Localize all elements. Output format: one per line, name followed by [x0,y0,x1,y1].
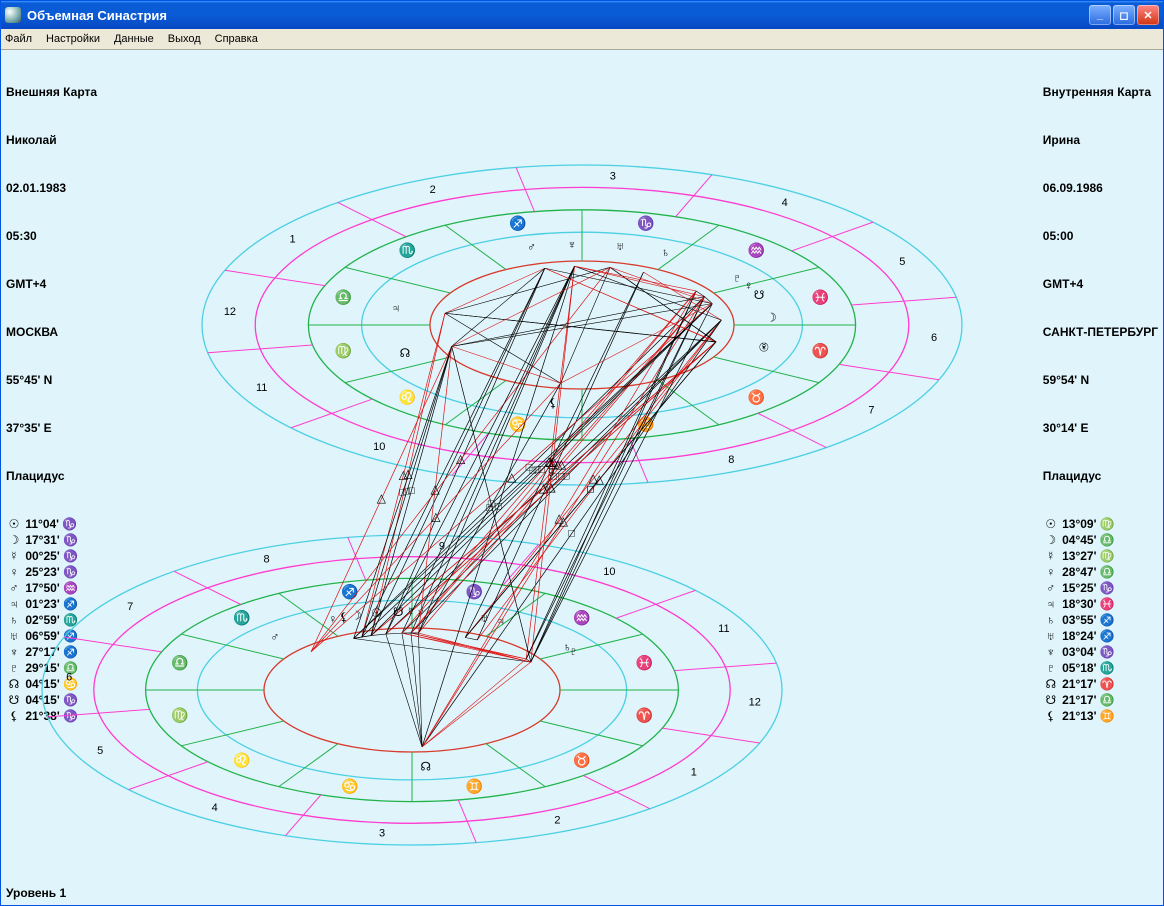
svg-text:☊: ☊ [400,346,411,360]
svg-text:♂: ♂ [270,630,279,644]
svg-text:♆: ♆ [567,237,576,251]
svg-text:☊: ☊ [420,759,431,773]
svg-text:♓: ♓ [812,289,829,306]
svg-text:♇: ♇ [569,644,578,658]
svg-text:12: 12 [749,696,761,708]
svg-text:1: 1 [289,234,295,246]
svg-text:♀: ♀ [744,279,753,293]
svg-text:△: △ [544,454,554,468]
svg-text:2: 2 [430,184,436,196]
svg-text:10: 10 [373,441,385,453]
svg-text:☋: ☋ [754,288,765,302]
svg-text:△: △ [431,510,441,524]
svg-text:7: 7 [127,601,133,613]
synastry-chart: 123456789101112♈♉♊♋♌♍♎♏♐♑♒♓1234567891011… [2,50,1164,906]
svg-text:□: □ [403,486,410,498]
close-button[interactable]: ✕ [1137,5,1159,25]
svg-text:♍: ♍ [171,707,188,724]
svg-text:♐: ♐ [341,583,358,600]
svg-text:♅: ♅ [616,239,625,253]
svg-text:11: 11 [718,623,729,635]
svg-text:♑: ♑ [637,215,654,232]
svg-text:5: 5 [899,256,905,268]
app-icon [5,7,21,23]
svg-text:♊: ♊ [466,778,483,795]
minimize-button[interactable]: _ [1089,5,1111,25]
svg-text:♉: ♉ [748,389,765,406]
svg-text:♓: ♓ [636,655,653,672]
svg-text:♎: ♎ [171,655,188,672]
svg-text:⚸: ⚸ [549,396,558,410]
svg-text:△: △ [430,482,440,496]
svg-text:♑: ♑ [466,583,483,600]
window-title: Объемная Синастрия [27,8,167,23]
svg-text:♏: ♏ [399,242,416,259]
svg-text:△: △ [456,452,466,466]
svg-text:♒: ♒ [573,609,590,626]
svg-text:☿: ☿ [760,340,769,354]
svg-text:8: 8 [728,454,734,466]
menu-data[interactable]: Данные [114,33,154,45]
svg-text:4: 4 [212,802,218,814]
svg-text:12: 12 [224,306,236,318]
svg-text:♉: ♉ [573,752,590,769]
svg-text:□: □ [534,464,541,476]
app-window: Объемная Синастрия _ ◻ ✕ Файл Настройки … [0,0,1164,906]
svg-text:♄: ♄ [661,245,670,259]
svg-text:3: 3 [610,171,616,183]
svg-text:♐: ♐ [509,215,526,232]
svg-text:♌: ♌ [233,752,250,769]
menu-file[interactable]: Файл [5,33,32,45]
svg-text:5: 5 [97,745,103,757]
svg-text:4: 4 [782,197,788,209]
menubar: Файл Настройки Данные Выход Справка [1,29,1163,50]
svg-text:△: △ [377,491,387,505]
svg-text:10: 10 [603,566,615,578]
svg-text:♌: ♌ [399,389,416,406]
menu-settings[interactable]: Настройки [46,33,100,45]
svg-text:△: △ [507,470,517,484]
svg-text:♏: ♏ [233,609,250,626]
svg-text:2: 2 [554,815,560,827]
svg-text:♃: ♃ [391,301,400,315]
svg-text:♎: ♎ [335,289,352,306]
svg-text:6: 6 [66,671,72,683]
svg-text:1: 1 [691,767,697,779]
svg-text:♇: ♇ [733,271,742,285]
svg-text:3: 3 [379,828,385,840]
titlebar[interactable]: Объемная Синастрия _ ◻ ✕ [1,1,1163,29]
status-text: Уровень 1 [6,886,66,900]
maximize-button[interactable]: ◻ [1113,5,1135,25]
menu-help[interactable]: Справка [215,33,258,45]
svg-text:♂: ♂ [527,240,536,254]
svg-text:△: △ [557,457,567,471]
svg-text:♒: ♒ [748,242,765,259]
svg-text:7: 7 [868,404,874,416]
svg-text:□: □ [486,502,493,514]
svg-text:8: 8 [264,553,270,565]
svg-text:♈: ♈ [636,707,653,724]
svg-text:♍: ♍ [335,343,352,360]
svg-text:♋: ♋ [341,778,358,795]
svg-text:☽: ☽ [766,311,777,325]
svg-text:♈: ♈ [812,343,829,360]
svg-text:11: 11 [256,382,267,394]
svg-text:□: □ [587,484,594,496]
svg-text:⚸: ⚸ [339,610,348,624]
svg-text:□: □ [568,527,575,539]
client-area: Внешняя Карта Николай 02.01.1983 05:30 G… [2,50,1162,904]
menu-exit[interactable]: Выход [168,33,201,45]
svg-text:6: 6 [931,332,937,344]
svg-text:△: △ [554,511,564,525]
svg-text:□: □ [495,500,502,512]
